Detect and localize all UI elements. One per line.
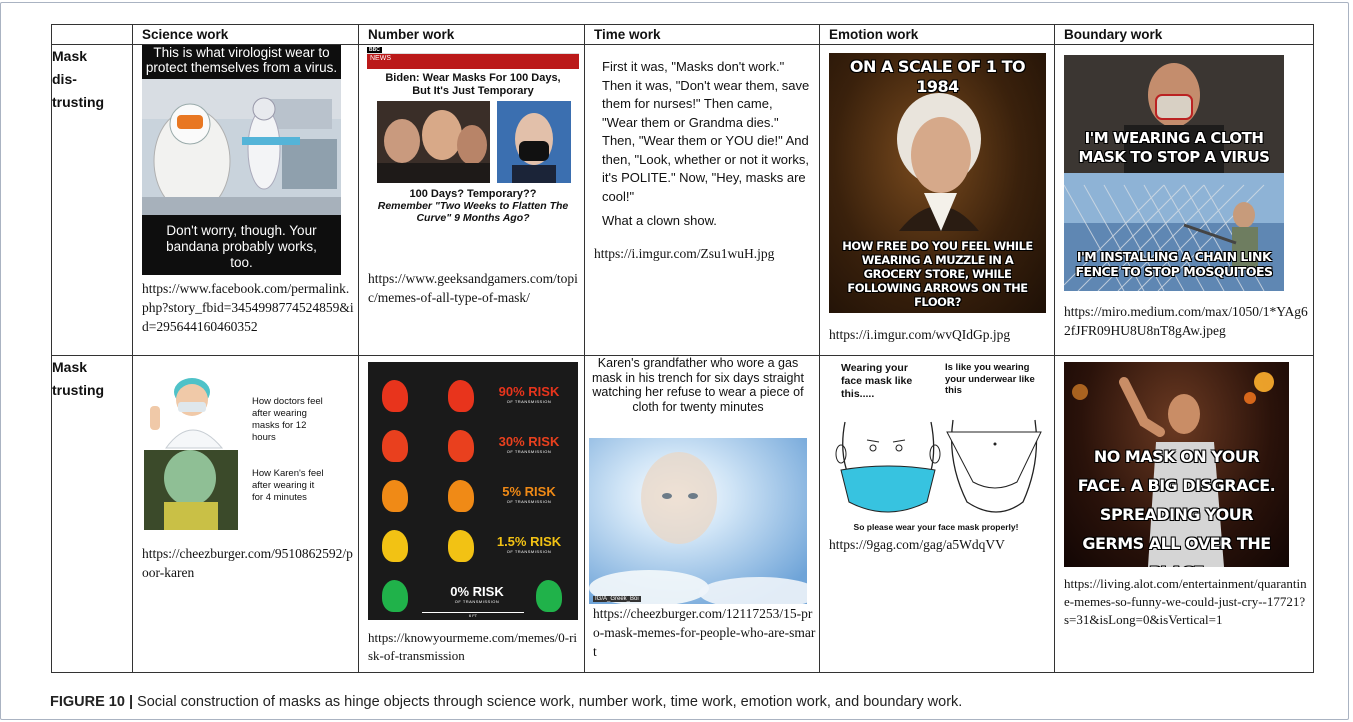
cell-boundary-distrust: I'M WEARING A CLOTH MASK TO STOP A VIRUS…: [1054, 44, 1314, 356]
caption-label: FIGURE 10 |: [50, 694, 134, 710]
biden-news-meme-image: BBC NEWS Biden: Wear Masks For 100 Days,…: [367, 47, 579, 247]
bottom-label: So please wear your face mask properly!: [853, 522, 1019, 532]
silhouette-left-icon: [382, 530, 408, 562]
header-science-work: Science work: [132, 24, 359, 45]
silhouette-right-icon: [448, 530, 474, 562]
source-url-cheezburger-promask[interactable]: https://cheezburger.com/12117253/15-pro-…: [591, 604, 816, 661]
cell-emotion-trust: Wearing your face mask like this..... Is…: [819, 355, 1055, 673]
news-banner: NEWS: [367, 54, 579, 69]
figure-caption: FIGURE 10 | Social construction of masks…: [50, 694, 962, 710]
meme-text: NO MASK ON YOUR FACE. A BIG DISGRACE. SP…: [1077, 447, 1276, 567]
risk-transmission-meme-image: 90% RISK OF TRANSMISSION 30% RISK OF TRANSM…: [368, 362, 578, 620]
time-meme-punchline: What a clown show.: [602, 213, 717, 228]
header-emotion-work: Emotion work: [819, 24, 1055, 45]
row-label-text: Mask dis-trusting: [52, 48, 105, 110]
figure-table: Science work Number work Time work Emoti…: [51, 24, 1314, 673]
time-meme-text: First it was, "Masks don't work." Then i…: [592, 45, 816, 231]
mask-drawings: [835, 419, 1042, 513]
cell-science-distrust: This is what virologist wear to protect …: [132, 44, 359, 356]
lab-photo: [142, 79, 341, 215]
underwear-mask-meme-image: Wearing your face mask like this..... Is…: [827, 362, 1045, 534]
source-url-cheezburger-karen[interactable]: https://cheezburger.com/9510862592/poor-…: [140, 544, 355, 582]
risk-label: 90% RISK OF TRANSMISSION: [498, 384, 560, 404]
cell-number-trust: 90% RISK OF TRANSMISSION 30% RISK OF TRANSM…: [358, 355, 585, 673]
meme-top-text: Karen's grandfather who wore a gas mask …: [592, 356, 804, 414]
source-url-geeksandgamers[interactable]: https://www.geeksandgamers.com/topic/mem…: [366, 269, 581, 307]
distance-arrow: 6 FT: [422, 612, 524, 618]
silhouette-right-icon: [536, 580, 562, 612]
washington-portrait: [897, 93, 981, 231]
row-label-text: Mask trusting: [52, 359, 105, 398]
source-url-imgur-zsu[interactable]: https://i.imgur.com/Zsu1wuH.jpg: [592, 244, 816, 263]
risk-row: 30% RISK OF TRANSMISSION: [368, 426, 578, 466]
cell-number-distrust: BBC NEWS Biden: Wear Masks For 100 Days,…: [358, 44, 585, 356]
row-mask-trusting: Mask trusting How doctors feel after wea…: [51, 355, 1314, 673]
silhouette-right-icon: [448, 430, 474, 462]
caption-text: Social construction of masks as hinge ob…: [137, 694, 963, 710]
doctor-karen-meme-image: How doctors feel after wearing masks for…: [140, 362, 354, 534]
risk-label: 30% RISK OF TRANSMISSION: [498, 434, 560, 454]
meme-bottom-text: HOW FREE DO YOU FEEL WHILE WEARING A MUZ…: [842, 239, 1033, 309]
time-meme-paragraph: First it was, "Masks don't work." Then i…: [602, 59, 810, 204]
grandfather-meme-image: Karen's grandfather who wore a gas mask …: [589, 356, 807, 604]
risk-label: 0% RISK OF TRANSMISSION: [450, 584, 504, 604]
meme-line-remember: Remember "Two Weeks to Flatten The Curve…: [377, 200, 569, 224]
news-headline: Biden: Wear Masks For 100 Days, But It's…: [385, 72, 561, 97]
chain-link-meme-image: I'M WEARING A CLOTH MASK TO STOP A VIRUS…: [1064, 55, 1284, 291]
risk-row: 5% RISK OF TRANSMISSION: [368, 476, 578, 516]
corner-cell: [51, 24, 133, 45]
row-label-mask-trusting: Mask trusting: [51, 355, 133, 673]
cell-science-trust: How doctors feel after wearing masks for…: [132, 355, 359, 673]
meme-photos: [144, 378, 238, 530]
silhouette-left-icon: [382, 430, 408, 462]
caption-doctors: How doctors feel after wearing masks for…: [252, 396, 323, 443]
freddie-meme-image: NO MASK ON YOUR FACE. A BIG DISGRACE. SP…: [1064, 362, 1289, 567]
risk-label: 1.5% RISK OF TRANSMISSION: [496, 534, 562, 554]
source-url-knowyourmeme[interactable]: https://knowyourmeme.com/memes/0-risk-of…: [366, 629, 581, 665]
virologist-meme-image: This is what virologist wear to protect …: [142, 45, 341, 275]
row-label-mask-distrusting: Mask dis-trusting: [51, 44, 133, 356]
source-url-imgur-wvq[interactable]: https://i.imgur.com/wvQIdGp.jpg: [827, 325, 1051, 344]
header-time-work: Time work: [584, 24, 820, 45]
risk-row: 1.5% RISK OF TRANSMISSION: [368, 526, 578, 566]
risk-row: 0% RISK OF TRANSMISSION 6 FT: [368, 576, 578, 618]
meme-top-text: This is what virologist wear to protect …: [145, 45, 338, 75]
header-boundary-work: Boundary work: [1054, 24, 1314, 45]
caption-karens: How Karen's feel after wearing it for 4 …: [252, 468, 324, 503]
header-number-work: Number work: [358, 24, 585, 45]
cell-boundary-trust: NO MASK ON YOUR FACE. A BIG DISGRACE. SP…: [1054, 355, 1314, 673]
source-url-facebook[interactable]: https://www.facebook.com/permalink.php?s…: [140, 279, 355, 336]
cell-time-trust: Karen's grandfather who wore a gas mask …: [584, 355, 820, 673]
meme-bottom-text: Don't worry, though. Your bandana probab…: [166, 223, 317, 270]
silhouette-right-icon: [448, 480, 474, 512]
silhouette-left-icon: [382, 580, 408, 612]
washington-1984-meme-image: ON A SCALE OF 1 TO 1984 HOW FREE DO YOU …: [829, 53, 1046, 313]
source-url-9gag[interactable]: https://9gag.com/gag/a5WdqVV: [827, 535, 1051, 554]
source-url-living-alot[interactable]: https://living.alot.com/entertainment/qu…: [1062, 575, 1310, 629]
sky-portrait: [589, 438, 807, 604]
meme-line-temporary: 100 Days? Temporary??: [409, 188, 537, 200]
silhouette-left-icon: [382, 380, 408, 412]
silhouette-left-icon: [382, 480, 408, 512]
source-url-medium[interactable]: https://miro.medium.com/max/1050/1*YAg62…: [1062, 302, 1310, 340]
meme-watermark: IG/A_Greek_Boi: [593, 596, 641, 602]
meme-top-text: I'M WEARING A CLOTH MASK TO STOP A VIRUS: [1078, 129, 1270, 166]
row-mask-distrusting: Mask dis-trusting This is what virologis…: [51, 44, 1314, 356]
cell-time-distrust: First it was, "Masks don't work." Then i…: [584, 44, 820, 356]
risk-label: 5% RISK OF TRANSMISSION: [502, 484, 556, 504]
risk-row: 90% RISK OF TRANSMISSION: [368, 376, 578, 416]
cell-emotion-distrust: ON A SCALE OF 1 TO 1984 HOW FREE DO YOU …: [819, 44, 1055, 356]
silhouette-right-icon: [448, 380, 474, 412]
news-photos: [377, 101, 571, 183]
meme-bottom-text: I'M INSTALLING A CHAIN LINK FENCE TO STO…: [1075, 249, 1273, 279]
